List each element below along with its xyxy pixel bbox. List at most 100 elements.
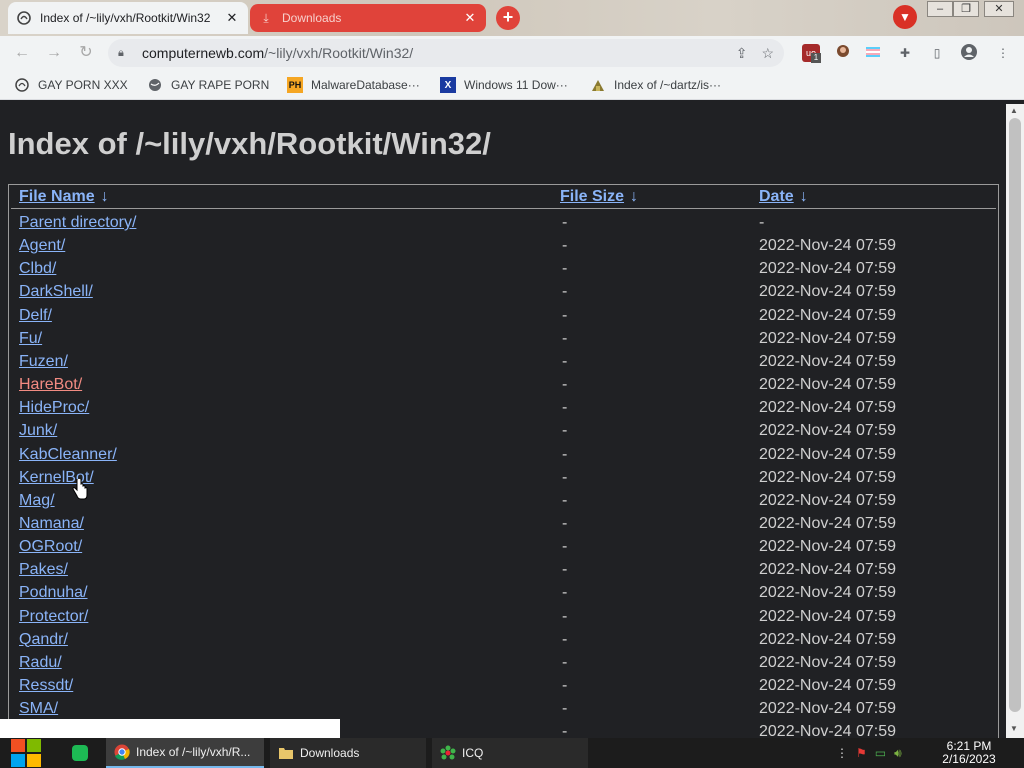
scrollbar-thumb[interactable] [1009,118,1021,712]
date-cell: 2022-Nov-24 07:59 [759,260,896,278]
bookmark-4[interactable]: X Windows 11 Dow··· [440,76,568,94]
table-row: Fuzen/ - 2022-Nov-24 07:59 [9,353,998,376]
close-tab-icon[interactable]: ✕ [224,10,240,26]
flag-extension-icon[interactable] [864,44,882,62]
directory-link[interactable]: Pakes/ [19,561,68,579]
date-cell: 2022-Nov-24 07:59 [759,561,896,579]
extensions-puzzle-icon[interactable]: ✚ [896,44,914,62]
site-globe-icon [14,77,30,93]
side-panel-icon[interactable]: ▯ [928,44,946,62]
avatar-extension-icon[interactable] [834,44,852,62]
directory-link[interactable]: Podnuha/ [19,584,88,602]
directory-link[interactable]: HareBot/ [19,376,82,394]
bookmark-2[interactable]: GAY RAPE PORN [147,76,269,94]
table-row: Parent directory/ - - [9,214,998,237]
page-viewport: Index of /~lily/vxh/Rootkit/Win32/ File … [0,104,1006,738]
close-tab-icon[interactable]: ✕ [462,10,478,26]
tab-index-of-win32[interactable]: Index of /~lily/vxh/Rootkit/Win32 ✕ [8,2,248,34]
date-cell: 2022-Nov-24 07:59 [759,376,896,394]
taskbar-icq[interactable]: ICQ [432,738,588,768]
url-path: /~lily/vxh/Rootkit/Win32/ [264,45,414,61]
directory-link[interactable]: DarkShell/ [19,283,93,301]
tray-more-icon[interactable]: ⋮ [836,746,848,760]
profile-icon[interactable] [960,44,978,62]
table-row: DarkShell/ - 2022-Nov-24 07:59 [9,283,998,306]
back-arrow-icon[interactable]: ← [10,42,34,64]
directory-link[interactable]: KabCleanner/ [19,446,117,464]
bookmark-1[interactable]: GAY PORN XXX [14,76,128,94]
icq-icon [440,745,456,761]
directory-link[interactable]: Protector/ [19,608,88,626]
column-header-file-size[interactable]: File Size ↓ [560,188,638,206]
forward-arrow-icon[interactable]: → [42,42,66,64]
table-row: HideProc/ - 2022-Nov-24 07:59 [9,399,998,422]
minimize-button[interactable]: – [927,1,953,17]
date-cell: 2022-Nov-24 07:59 [759,491,896,509]
directory-link[interactable]: Qandr/ [19,631,68,649]
table-row: Mag/ - 2022-Nov-24 07:59 [9,492,998,515]
ublock-extension-icon[interactable]: uo 1 [802,44,821,63]
date-cell: 2022-Nov-24 07:59 [759,514,896,532]
taskbar-clock[interactable]: 6:21 PM 2/16/2023 [938,740,1000,766]
column-header-file-name[interactable]: File Name ↓ [19,188,109,206]
hand-cursor-icon [72,479,88,500]
tab-search-chevron-icon[interactable]: ▼ [893,5,917,29]
table-row: Delf/ - 2022-Nov-24 07:59 [9,307,998,330]
green-app-icon[interactable] [72,745,88,761]
file-size-cell: - [562,445,568,463]
taskbar-downloads[interactable]: Downloads [270,738,426,768]
file-size-cell: - [562,237,568,255]
date-cell: 2022-Nov-24 07:59 [759,700,896,718]
action-center-flag-icon[interactable]: ⚑ [856,746,867,760]
table-row: Agent/ - 2022-Nov-24 07:59 [9,237,998,260]
windows-start-icon[interactable] [10,738,42,768]
table-row: Qandr/ - 2022-Nov-24 07:59 [9,631,998,654]
vertical-scrollbar[interactable]: ▲ ▼ [1006,104,1024,738]
bookmark-5[interactable]: Index of /~dartz/is··· [590,76,721,94]
restore-button[interactable]: ❐ [953,1,979,17]
share-icon[interactable]: ⇪ [736,45,748,62]
scroll-down-icon[interactable]: ▼ [1010,724,1018,733]
menu-dots-icon[interactable]: ⋮ [994,44,1012,62]
directory-link[interactable]: Mag/ [19,492,55,510]
directory-link[interactable]: OGRoot/ [19,538,82,556]
date-cell: 2022-Nov-24 07:59 [759,630,896,648]
address-bar[interactable]: 🔒︎ computernewb.com /~lily/vxh/Rootkit/W… [108,39,784,67]
date-cell: 2022-Nov-24 07:59 [759,723,896,738]
file-size-cell: - [562,283,568,301]
date-cell: 2022-Nov-24 07:59 [759,538,896,556]
column-header-date[interactable]: Date ↓ [759,188,808,206]
parent-directory-link[interactable]: Parent directory/ [19,214,136,232]
file-size-cell: - [562,630,568,648]
directory-link[interactable]: Fuzen/ [19,353,68,371]
system-tray: ⋮ ⚑ ▭ 🔊︎ [836,738,902,768]
directory-link[interactable]: Radu/ [19,654,62,672]
directory-link[interactable]: Agent/ [19,237,65,255]
taskbar-chrome[interactable]: Index of /~lily/vxh/R... [106,738,264,768]
date-cell: 2022-Nov-24 07:59 [759,283,896,301]
directory-link[interactable]: Ressdt/ [19,677,73,695]
url-host: computernewb.com [142,45,265,61]
bookmark-star-icon[interactable]: ☆ [761,45,774,62]
directory-link[interactable]: HideProc/ [19,399,89,417]
directory-link[interactable]: Delf/ [19,307,52,325]
date-cell: 2022-Nov-24 07:59 [759,468,896,486]
tab-downloads[interactable]: ⤓ Downloads ✕ [250,4,486,32]
close-window-button[interactable]: ✕ [984,1,1014,17]
new-tab-button[interactable]: + [496,6,520,30]
directory-link[interactable]: Fu/ [19,330,42,348]
network-icon[interactable]: ▭ [875,746,886,760]
browser-toolbar: ← → ↻ 🔒︎ computernewb.com /~lily/vxh/Roo… [0,36,1024,70]
directory-link[interactable]: SMA/ [19,700,58,718]
volume-icon[interactable]: 🔊︎ [894,746,902,761]
reload-icon[interactable]: ↻ [74,42,98,64]
directory-link[interactable]: Namana/ [19,515,84,533]
table-row: Podnuha/ - 2022-Nov-24 07:59 [9,584,998,607]
directory-link[interactable]: Clbd/ [19,260,56,278]
date-cell: 2022-Nov-24 07:59 [759,422,896,440]
directory-link[interactable]: Junk/ [19,422,57,440]
date-cell: 2022-Nov-24 07:59 [759,237,896,255]
bookmark-3[interactable]: PH MalwareDatabase··· [287,76,420,94]
scroll-up-icon[interactable]: ▲ [1010,106,1018,115]
file-size-cell: - [562,491,568,509]
